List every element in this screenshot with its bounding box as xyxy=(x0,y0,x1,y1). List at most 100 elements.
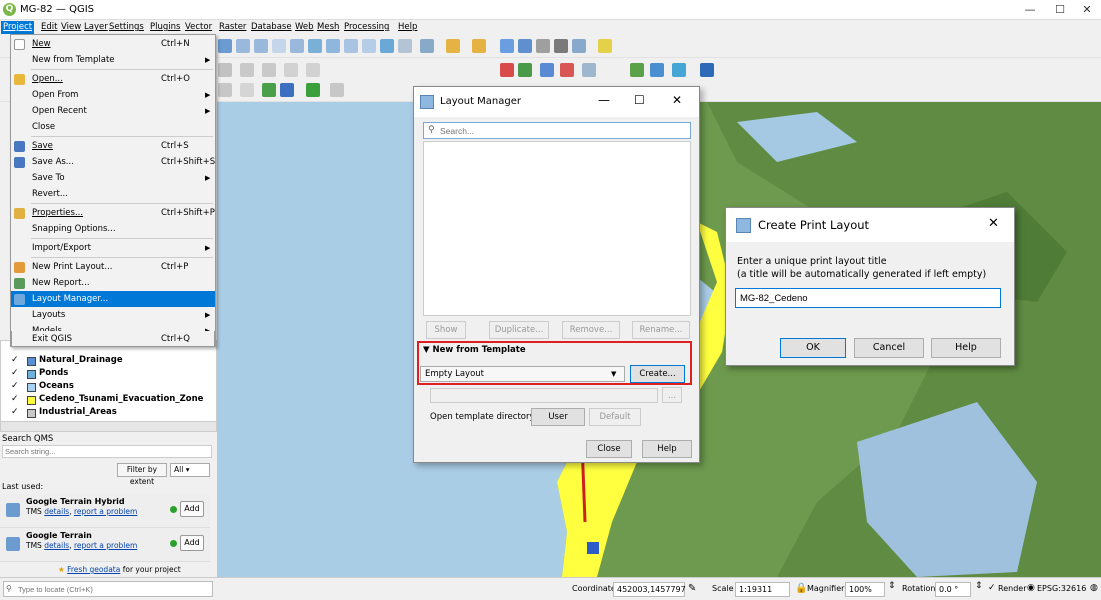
close-icon[interactable]: ✕ xyxy=(988,216,999,231)
zoom-last-icon[interactable] xyxy=(344,39,358,53)
zoom-out-icon[interactable] xyxy=(254,39,268,53)
browse-button[interactable]: ... xyxy=(662,387,682,403)
maximize-button[interactable]: ☐ xyxy=(1045,2,1075,18)
menu-plugins[interactable]: Plugins xyxy=(148,21,182,34)
form-annotation-icon[interactable] xyxy=(240,83,254,97)
cancel-button[interactable]: Cancel xyxy=(854,338,924,358)
layer-name[interactable]: Industrial_Areas xyxy=(39,407,117,419)
menu-item-new-from-template[interactable]: New from Template ▶ xyxy=(11,52,215,68)
menu-database[interactable]: Database xyxy=(249,21,294,34)
pan-icon[interactable] xyxy=(218,39,232,53)
locator-input[interactable] xyxy=(3,581,213,597)
label-icon[interactable] xyxy=(540,63,554,77)
tips-icon[interactable] xyxy=(598,39,612,53)
layout-title-input[interactable] xyxy=(735,288,1001,308)
identify-icon[interactable] xyxy=(420,39,434,53)
layer-checkbox[interactable]: ✓ xyxy=(11,394,21,404)
layers-scrollbar[interactable] xyxy=(1,421,216,431)
label-pin-icon[interactable] xyxy=(560,63,574,77)
delete-icon[interactable] xyxy=(500,63,514,77)
qms-search-input[interactable] xyxy=(2,445,212,458)
rotation-field[interactable]: 0.0 ° xyxy=(935,582,971,597)
menu-item-save-to[interactable]: Save To ▶ xyxy=(11,170,215,186)
filter-select[interactable]: All ▾ xyxy=(170,463,210,477)
menu-settings[interactable]: Settings xyxy=(107,21,146,34)
layout-search-field[interactable]: ⚲ xyxy=(423,122,691,139)
magnifier-field[interactable]: 100% xyxy=(845,582,885,597)
ok-button[interactable]: OK xyxy=(780,338,846,358)
table-icon[interactable] xyxy=(700,63,714,77)
menu-item-import-export[interactable]: Import/Export ▶ xyxy=(11,240,215,256)
help-button[interactable]: Help xyxy=(931,338,1001,358)
filter-by-extent-button[interactable]: Filter by extent xyxy=(117,463,167,486)
default-button[interactable]: Default xyxy=(589,408,641,426)
menu-edit[interactable]: Edit xyxy=(39,21,59,34)
bookmark-icon[interactable] xyxy=(380,39,394,53)
close-button[interactable]: Close xyxy=(586,440,632,458)
menu-processing[interactable]: Processing xyxy=(342,21,391,34)
layer-name[interactable]: Ponds xyxy=(39,368,68,380)
maximize-icon[interactable]: ☐ xyxy=(634,93,645,107)
service-item[interactable]: Google Terrain Hybrid TMS details, repor… xyxy=(0,494,210,528)
menu-item-close[interactable]: Close xyxy=(11,119,215,135)
python-icon[interactable] xyxy=(262,83,276,97)
undo-icon[interactable] xyxy=(284,63,298,77)
zoom-next-icon[interactable] xyxy=(362,39,376,53)
details-link[interactable]: details xyxy=(44,541,69,550)
measure-icon[interactable] xyxy=(500,39,514,53)
render-checkbox[interactable]: ✓ xyxy=(988,583,996,593)
plugin-icon[interactable] xyxy=(672,63,686,77)
menu-item-exit[interactable]: Exit QGIS Ctrl+Q xyxy=(11,331,215,347)
menu-item-open[interactable]: Open... Ctrl+O xyxy=(11,71,215,87)
attribute-table-icon[interactable] xyxy=(518,39,532,53)
user-button[interactable]: User xyxy=(531,408,585,426)
zoom-layer-icon[interactable] xyxy=(272,39,286,53)
minimize-button[interactable]: — xyxy=(1015,2,1045,18)
layer-checkbox[interactable]: ✓ xyxy=(11,368,21,378)
create-button[interactable]: Create... xyxy=(630,365,685,383)
menu-item-new-report[interactable]: New Report... xyxy=(11,275,215,291)
layer-checkbox[interactable]: ✓ xyxy=(11,381,21,391)
menu-item-open-from[interactable]: Open From ▶ xyxy=(11,87,215,103)
menu-layer[interactable]: Layer xyxy=(82,21,110,34)
select-icon[interactable] xyxy=(446,39,460,53)
menu-item-snapping-options[interactable]: Snapping Options... xyxy=(11,221,215,237)
spin-icon[interactable]: ⇕ xyxy=(975,581,983,591)
template-header[interactable]: ▼ New from Template xyxy=(423,345,526,355)
zoom-selection-icon[interactable] xyxy=(308,39,322,53)
menu-item-layouts[interactable]: Layouts ▶ xyxy=(11,307,215,323)
layer-name[interactable]: Natural_Drainage xyxy=(39,355,123,367)
menu-help[interactable]: Help xyxy=(396,21,419,34)
menu-mesh[interactable]: Mesh xyxy=(315,21,341,34)
processing-icon[interactable] xyxy=(280,83,294,97)
layout-list[interactable] xyxy=(423,141,691,316)
digitize-shape-icon[interactable] xyxy=(306,83,320,97)
menu-view[interactable]: View xyxy=(59,21,83,34)
report-link[interactable]: report a problem xyxy=(74,541,137,550)
globe-icon[interactable] xyxy=(630,63,644,77)
menu-item-save[interactable]: Save Ctrl+S xyxy=(11,138,215,154)
refresh-icon[interactable] xyxy=(398,39,412,53)
sum-icon[interactable] xyxy=(554,39,568,53)
help-button[interactable]: Help xyxy=(642,440,692,458)
menu-item-open-recent[interactable]: Open Recent ▶ xyxy=(11,103,215,119)
coordinate-field[interactable]: 452003,1457797 xyxy=(613,582,686,597)
zoom-in-icon[interactable] xyxy=(236,39,250,53)
add-feature-icon[interactable] xyxy=(518,63,532,77)
close-window-button[interactable]: ✕ xyxy=(1072,2,1101,18)
close-icon[interactable]: ✕ xyxy=(672,93,682,107)
layer-name[interactable]: Cedeno_Tsunami_Evacuation_Zone xyxy=(39,394,203,406)
vertex-tool-icon[interactable] xyxy=(240,63,254,77)
menu-project[interactable]: Project xyxy=(1,21,35,34)
scale-field[interactable]: 1:19311 xyxy=(735,582,790,597)
digitize-icon[interactable] xyxy=(218,63,232,77)
details-link[interactable]: details xyxy=(44,507,69,516)
zoom-full-icon[interactable] xyxy=(290,39,304,53)
report-link[interactable]: report a problem xyxy=(74,507,137,516)
redo-icon[interactable] xyxy=(306,63,320,77)
remove-button[interactable]: Remove... xyxy=(562,321,620,339)
settings-gear-icon[interactable] xyxy=(536,39,550,53)
layer-checkbox[interactable]: ✓ xyxy=(11,355,21,365)
deselect-icon[interactable] xyxy=(472,39,486,53)
menu-item-new[interactable]: New Ctrl+N xyxy=(11,36,215,52)
